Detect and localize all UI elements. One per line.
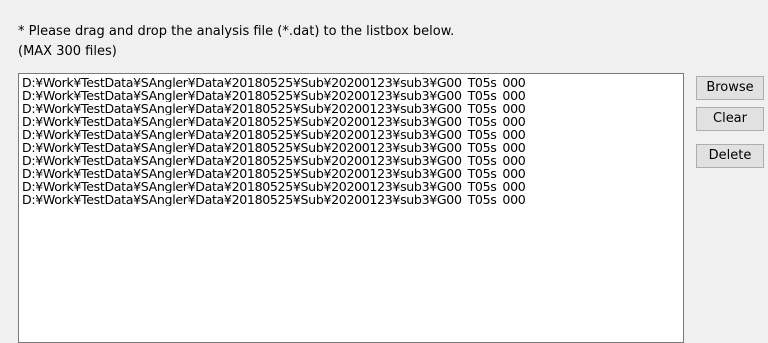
list-item[interactable]: D:¥Work¥TestData¥SAngler¥Data¥20180525¥S…	[22, 89, 683, 102]
list-item[interactable]: D:¥Work¥TestData¥SAngler¥Data¥20180525¥S…	[22, 76, 683, 89]
file-list: D:¥Work¥TestData¥SAngler¥Data¥20180525¥S…	[19, 74, 683, 206]
list-item[interactable]: D:¥Work¥TestData¥SAngler¥Data¥20180525¥S…	[22, 193, 683, 206]
clear-button[interactable]: Clear	[696, 107, 764, 131]
list-item[interactable]: D:¥Work¥TestData¥SAngler¥Data¥20180525¥S…	[22, 128, 683, 141]
list-item[interactable]: D:¥Work¥TestData¥SAngler¥Data¥20180525¥S…	[22, 102, 683, 115]
instruction-line-2: (MAX 300 files)	[18, 44, 117, 59]
instruction-line-1: * Please drag and drop the analysis file…	[18, 24, 455, 39]
browse-button[interactable]: Browse	[696, 76, 764, 100]
list-item[interactable]: D:¥Work¥TestData¥SAngler¥Data¥20180525¥S…	[22, 167, 683, 180]
delete-button[interactable]: Delete	[696, 144, 764, 168]
file-listbox[interactable]: D:¥Work¥TestData¥SAngler¥Data¥20180525¥S…	[18, 73, 684, 343]
list-item[interactable]: D:¥Work¥TestData¥SAngler¥Data¥20180525¥S…	[22, 141, 683, 154]
instruction-text: * Please drag and drop the analysis file…	[18, 22, 454, 62]
list-item[interactable]: D:¥Work¥TestData¥SAngler¥Data¥20180525¥S…	[22, 154, 683, 167]
list-item[interactable]: D:¥Work¥TestData¥SAngler¥Data¥20180525¥S…	[22, 180, 683, 193]
list-item[interactable]: D:¥Work¥TestData¥SAngler¥Data¥20180525¥S…	[22, 115, 683, 128]
